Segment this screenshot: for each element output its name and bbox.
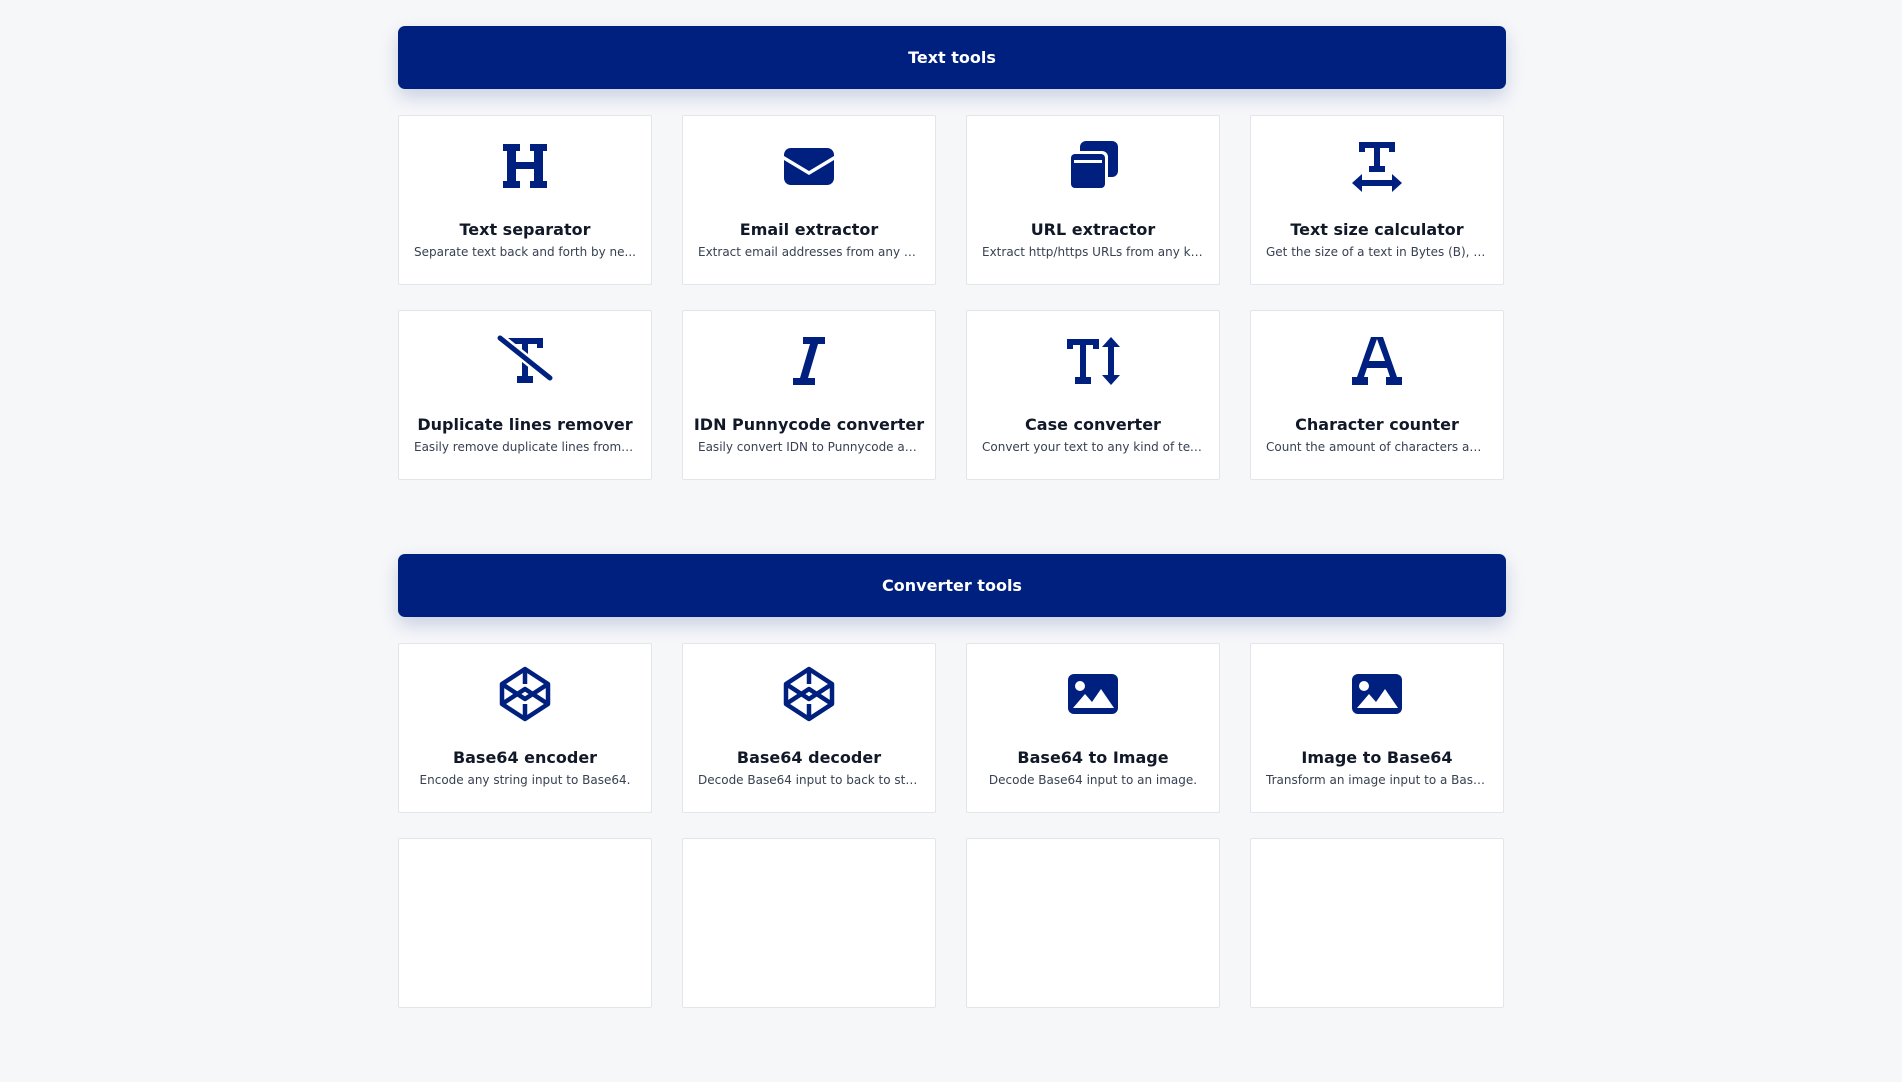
codepen-icon — [781, 666, 837, 722]
tool-card-duplicate-lines-remover[interactable]: Duplicate lines remover Easily remove du… — [398, 310, 652, 480]
envelope-icon — [781, 138, 837, 194]
tool-title: IDN Punnycode converter — [693, 415, 925, 434]
tools-grid: Base64 encoder Encode any string input t… — [398, 643, 1506, 1008]
tool-description: Convert your text to any kind of tex... — [982, 440, 1204, 454]
tool-card-partial[interactable] — [398, 838, 652, 1008]
tool-description: Easily convert IDN to Punnycode an... — [698, 440, 920, 454]
image-icon — [1065, 666, 1121, 722]
tool-card-idn-punnycode-converter[interactable]: IDN Punnycode converter Easily convert I… — [682, 310, 936, 480]
tool-description: Separate text back and forth by ne... — [414, 245, 636, 259]
tool-description: Extract http/https URLs from any ki... — [982, 245, 1204, 259]
section-header-converter-tools: Converter tools — [398, 554, 1506, 617]
tool-card-email-extractor[interactable]: Email extractor Extract email addresses … — [682, 115, 936, 285]
tool-card-url-extractor[interactable]: URL extractor Extract http/https URLs fr… — [966, 115, 1220, 285]
tool-card-partial[interactable] — [966, 838, 1220, 1008]
tool-description: Get the size of a text in Bytes (B), Kil… — [1266, 245, 1488, 259]
tool-card-partial[interactable] — [682, 838, 936, 1008]
tool-title: Duplicate lines remover — [417, 415, 633, 434]
heading-icon — [497, 138, 553, 194]
section-header-text-tools: Text tools — [398, 26, 1506, 89]
section-converter-tools: Converter tools Base64 encoder Encode an… — [398, 554, 1506, 1008]
tool-title: Base64 to Image — [1017, 748, 1169, 767]
italic-icon — [781, 333, 837, 389]
tool-description: Count the amount of characters an... — [1266, 440, 1488, 454]
tool-title: Email extractor — [739, 220, 879, 239]
tools-grid: Text separator Separate text back and fo… — [398, 115, 1506, 480]
tool-description: Easily remove duplicate lines from a... — [414, 440, 636, 454]
codepen-icon — [497, 666, 553, 722]
tool-title: Character counter — [1295, 415, 1459, 434]
tool-description: Transform an image input to a Base... — [1266, 773, 1488, 787]
tool-card-character-counter[interactable]: Character counter Count the amount of ch… — [1250, 310, 1504, 480]
tool-card-base64-encoder[interactable]: Base64 encoder Encode any string input t… — [398, 643, 652, 813]
tool-description: Decode Base64 input to back to stri... — [698, 773, 920, 787]
tool-card-base64-decoder[interactable]: Base64 decoder Decode Base64 input to ba… — [682, 643, 936, 813]
tool-title: Case converter — [1025, 415, 1161, 434]
window-restore-icon — [1065, 138, 1121, 194]
text-width-icon — [1349, 138, 1405, 194]
tool-description: Encode any string input to Base64. — [419, 773, 631, 787]
font-icon — [1349, 333, 1405, 389]
tool-card-text-size-calculator[interactable]: Text size calculator Get the size of a t… — [1250, 115, 1504, 285]
tool-description: Decode Base64 input to an image. — [988, 773, 1198, 787]
tool-title: Base64 encoder — [452, 748, 598, 767]
section-title: Text tools — [908, 48, 996, 67]
tool-card-image-to-base64[interactable]: Image to Base64 Transform an image input… — [1250, 643, 1504, 813]
tool-title: Text separator — [459, 220, 591, 239]
text-height-icon — [1065, 333, 1121, 389]
tool-card-case-converter[interactable]: Case converter Convert your text to any … — [966, 310, 1220, 480]
tool-card-text-separator[interactable]: Text separator Separate text back and fo… — [398, 115, 652, 285]
tool-card-base64-to-image[interactable]: Base64 to Image Decode Base64 input to a… — [966, 643, 1220, 813]
tools-container: Text tools Text separator Separate text … — [398, 26, 1506, 1082]
remove-format-icon — [497, 333, 553, 389]
section-title: Converter tools — [882, 576, 1022, 595]
tool-card-partial[interactable] — [1250, 838, 1504, 1008]
image-icon — [1349, 666, 1405, 722]
tool-title: Text size calculator — [1290, 220, 1464, 239]
tool-title: Base64 decoder — [736, 748, 882, 767]
section-text-tools: Text tools Text separator Separate text … — [398, 26, 1506, 480]
tool-title: Image to Base64 — [1301, 748, 1453, 767]
tool-description: Extract email addresses from any ki... — [698, 245, 920, 259]
tool-title: URL extractor — [1030, 220, 1156, 239]
